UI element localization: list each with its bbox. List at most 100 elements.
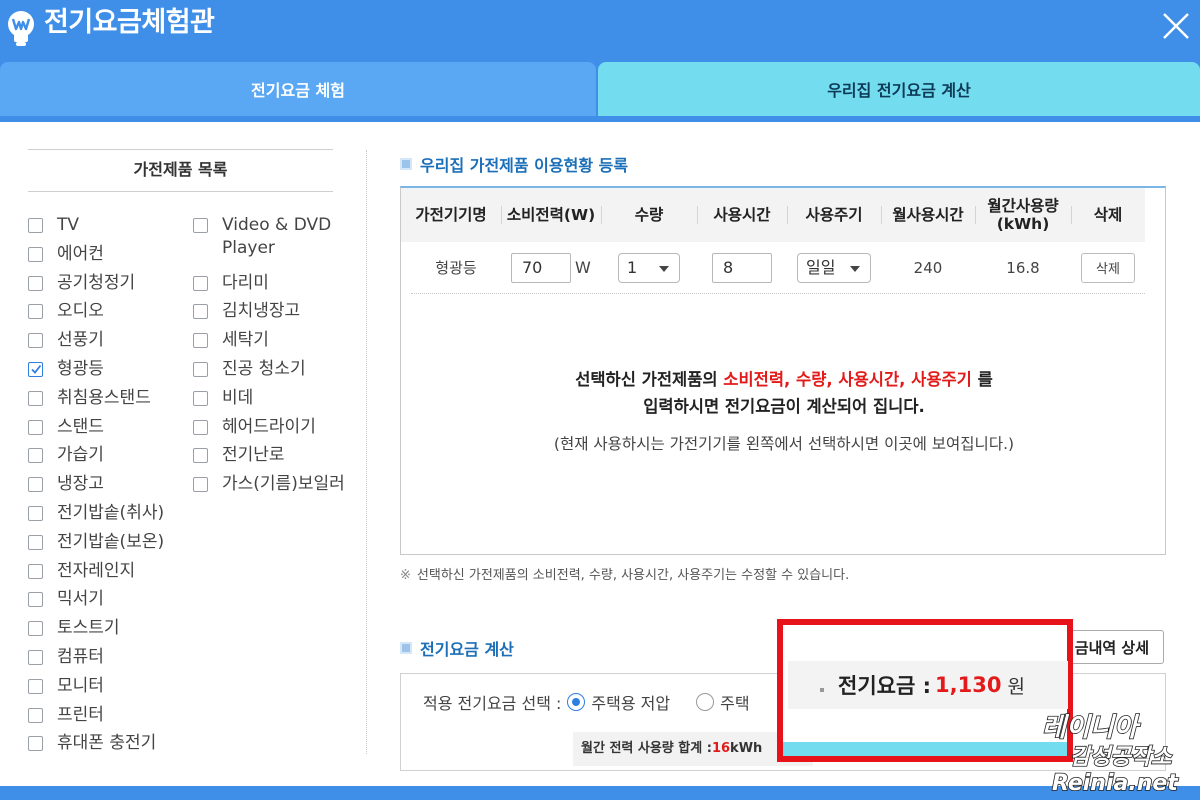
hours-input[interactable]: 8 bbox=[712, 252, 772, 283]
checkbox[interactable] bbox=[28, 563, 43, 579]
checkbox[interactable] bbox=[193, 477, 208, 493]
col-header-name: 가전기기명 bbox=[415, 206, 487, 224]
checkbox[interactable] bbox=[28, 390, 43, 406]
power-input[interactable]: 70 bbox=[511, 252, 571, 283]
bullet-square-icon bbox=[400, 642, 412, 654]
tariff-option-high[interactable]: 주택 bbox=[696, 690, 750, 714]
appliance-item-phone-charger[interactable]: 휴대폰 충전기 bbox=[28, 732, 164, 761]
appliance-item-toaster[interactable]: 토스트기 bbox=[28, 617, 164, 646]
edit-footnote: ※ 선택하신 가전제품의 소비전력, 수량, 사용시간, 사용주기는 수정할 수 … bbox=[400, 564, 849, 583]
checkbox[interactable] bbox=[28, 592, 43, 608]
checkbox[interactable] bbox=[193, 304, 208, 320]
checkbox[interactable] bbox=[28, 736, 43, 752]
notice-highlight: 소비전력, 수량, 사용시간, 사용주기 bbox=[723, 370, 972, 389]
appliance-item-washer[interactable]: 세탁기 bbox=[193, 329, 345, 358]
delete-button[interactable]: 삭제 bbox=[1081, 252, 1135, 283]
appliance-label: 휴대폰 충전기 bbox=[57, 733, 157, 754]
checkbox[interactable] bbox=[28, 419, 43, 435]
checkbox[interactable] bbox=[193, 448, 208, 464]
appliance-label: 오디오 bbox=[57, 301, 104, 322]
quantity-select[interactable]: 1 bbox=[618, 252, 680, 283]
appliance-item-fluorescent[interactable]: 형광등 bbox=[28, 358, 164, 387]
caret-down-icon bbox=[850, 265, 860, 272]
checkbox-checked[interactable] bbox=[28, 361, 43, 377]
appliance-item-mixer[interactable]: 믹서기 bbox=[28, 588, 164, 617]
checkbox[interactable] bbox=[28, 275, 43, 291]
checkbox[interactable] bbox=[28, 477, 43, 493]
title-bar: 전기요금체험관 bbox=[0, 0, 1200, 62]
row-monthly-hours: 240 bbox=[913, 258, 943, 277]
appliance-label: 비데 bbox=[222, 387, 254, 408]
appliance-item-audio[interactable]: 오디오 bbox=[28, 300, 164, 329]
checkbox[interactable] bbox=[193, 361, 208, 377]
appliance-item-bidet[interactable]: 비데 bbox=[193, 387, 345, 416]
fee-heading: 전기요금 계산 bbox=[400, 636, 514, 660]
tariff-selector: 적용 전기요금 선택 : 주택용 저압 주택 bbox=[423, 690, 750, 714]
tab-home-bill-calculator[interactable]: 우리집 전기요금 계산 bbox=[598, 62, 1200, 116]
checkbox[interactable] bbox=[28, 621, 43, 637]
appliance-item-printer[interactable]: 프린터 bbox=[28, 704, 164, 733]
checkbox[interactable] bbox=[28, 707, 43, 723]
appliance-label: 전기밥솥(보온) bbox=[57, 531, 165, 552]
appliance-item-stand[interactable]: 스탠드 bbox=[28, 416, 164, 445]
checkbox[interactable] bbox=[193, 275, 208, 291]
appliance-item-microwave[interactable]: 전자레인지 bbox=[28, 560, 164, 589]
footnote-text: 선택하신 가전제품의 소비전력, 수량, 사용시간, 사용주기는 수정할 수 있… bbox=[416, 568, 850, 583]
appliance-label: 냉장고 bbox=[57, 474, 104, 495]
appliance-item-monitor[interactable]: 모니터 bbox=[28, 675, 164, 704]
appliance-label: 가스(기름)보일러 bbox=[222, 474, 345, 495]
appliance-list-title: 가전제품 목록 bbox=[133, 160, 228, 179]
appliance-item-tv[interactable]: TV bbox=[28, 214, 164, 243]
caret-down-icon bbox=[659, 265, 669, 272]
col-header-power: 소비전력(W) bbox=[501, 188, 601, 242]
checkbox[interactable] bbox=[193, 333, 208, 349]
appliance-item-iron[interactable]: 다리미 bbox=[193, 272, 345, 301]
cycle-select[interactable]: 일일 bbox=[797, 252, 871, 283]
checkbox[interactable] bbox=[28, 505, 43, 521]
appliance-label: 다리미 bbox=[222, 272, 269, 293]
checkbox[interactable] bbox=[193, 390, 208, 406]
appliance-item-rice-cooker-cook[interactable]: 전기밥솥(취사) bbox=[28, 502, 164, 531]
appliance-item-fridge[interactable]: 냉장고 bbox=[28, 473, 164, 502]
appliance-item-fan[interactable]: 선풍기 bbox=[28, 329, 164, 358]
row-appliance-name: 형광등 bbox=[435, 259, 477, 277]
radio[interactable] bbox=[696, 693, 715, 711]
appliance-item-rice-cooker-warm[interactable]: 전기밥솥(보온) bbox=[28, 531, 164, 560]
close-icon[interactable] bbox=[1156, 6, 1196, 46]
registration-heading: 우리집 가전제품 이용현황 등록 bbox=[400, 152, 628, 176]
checkbox[interactable] bbox=[28, 218, 43, 233]
appliance-label: 전기난로 bbox=[222, 445, 285, 466]
checkbox[interactable] bbox=[193, 419, 208, 435]
appliance-item-humidifier[interactable]: 가습기 bbox=[28, 444, 164, 473]
appliance-label: 전자레인지 bbox=[57, 560, 136, 581]
tab-electricity-experience[interactable]: 전기요금 체험 bbox=[0, 62, 596, 116]
col-header-delete: 삭제 bbox=[1071, 188, 1145, 242]
tariff-option-low[interactable]: 주택용 저압 bbox=[567, 690, 670, 714]
appliance-item-aircon[interactable]: 에어컨 bbox=[28, 243, 164, 272]
appliance-label: 취침용스탠드 bbox=[57, 387, 151, 408]
col-header-cycle: 사용주기 bbox=[787, 188, 881, 242]
table-header: 가전기기명 소비전력(W) 수량 사용시간 사용주기 월사용시간 월간사용량 (… bbox=[401, 188, 1145, 242]
checkbox[interactable] bbox=[28, 649, 43, 665]
appliance-item-boiler[interactable]: 가스(기름)보일러 bbox=[193, 473, 345, 502]
appliance-item-computer[interactable]: 컴퓨터 bbox=[28, 646, 164, 675]
appliance-item-vacuum[interactable]: 진공 청소기 bbox=[193, 358, 345, 387]
appliance-item-air-purifier[interactable]: 공기청정기 bbox=[28, 272, 164, 301]
radio-selected[interactable] bbox=[567, 693, 586, 711]
checkbox[interactable] bbox=[28, 678, 43, 694]
monthly-usage-value: 16 bbox=[711, 741, 731, 756]
fee-detail-button[interactable]: 금내역 상세 bbox=[1060, 630, 1164, 664]
appliance-item-bedside-lamp[interactable]: 취침용스탠드 bbox=[28, 387, 164, 416]
checkbox[interactable] bbox=[28, 534, 43, 550]
appliance-item-heater[interactable]: 전기난로 bbox=[193, 444, 345, 473]
appliance-item-kimchi-fridge[interactable]: 김치냉장고 bbox=[193, 300, 345, 329]
checkbox[interactable] bbox=[28, 333, 43, 349]
checkbox[interactable] bbox=[28, 246, 43, 262]
appliance-item-video-dvd[interactable]: Video & DVD Player bbox=[193, 214, 345, 272]
appliance-item-hair-dryer[interactable]: 헤어드라이기 bbox=[193, 416, 345, 445]
checkbox[interactable] bbox=[193, 218, 208, 233]
checkbox[interactable] bbox=[28, 448, 43, 464]
power-unit: W bbox=[575, 258, 591, 277]
checkbox[interactable] bbox=[28, 304, 43, 320]
fee-heading-text: 전기요금 계산 bbox=[420, 640, 514, 659]
